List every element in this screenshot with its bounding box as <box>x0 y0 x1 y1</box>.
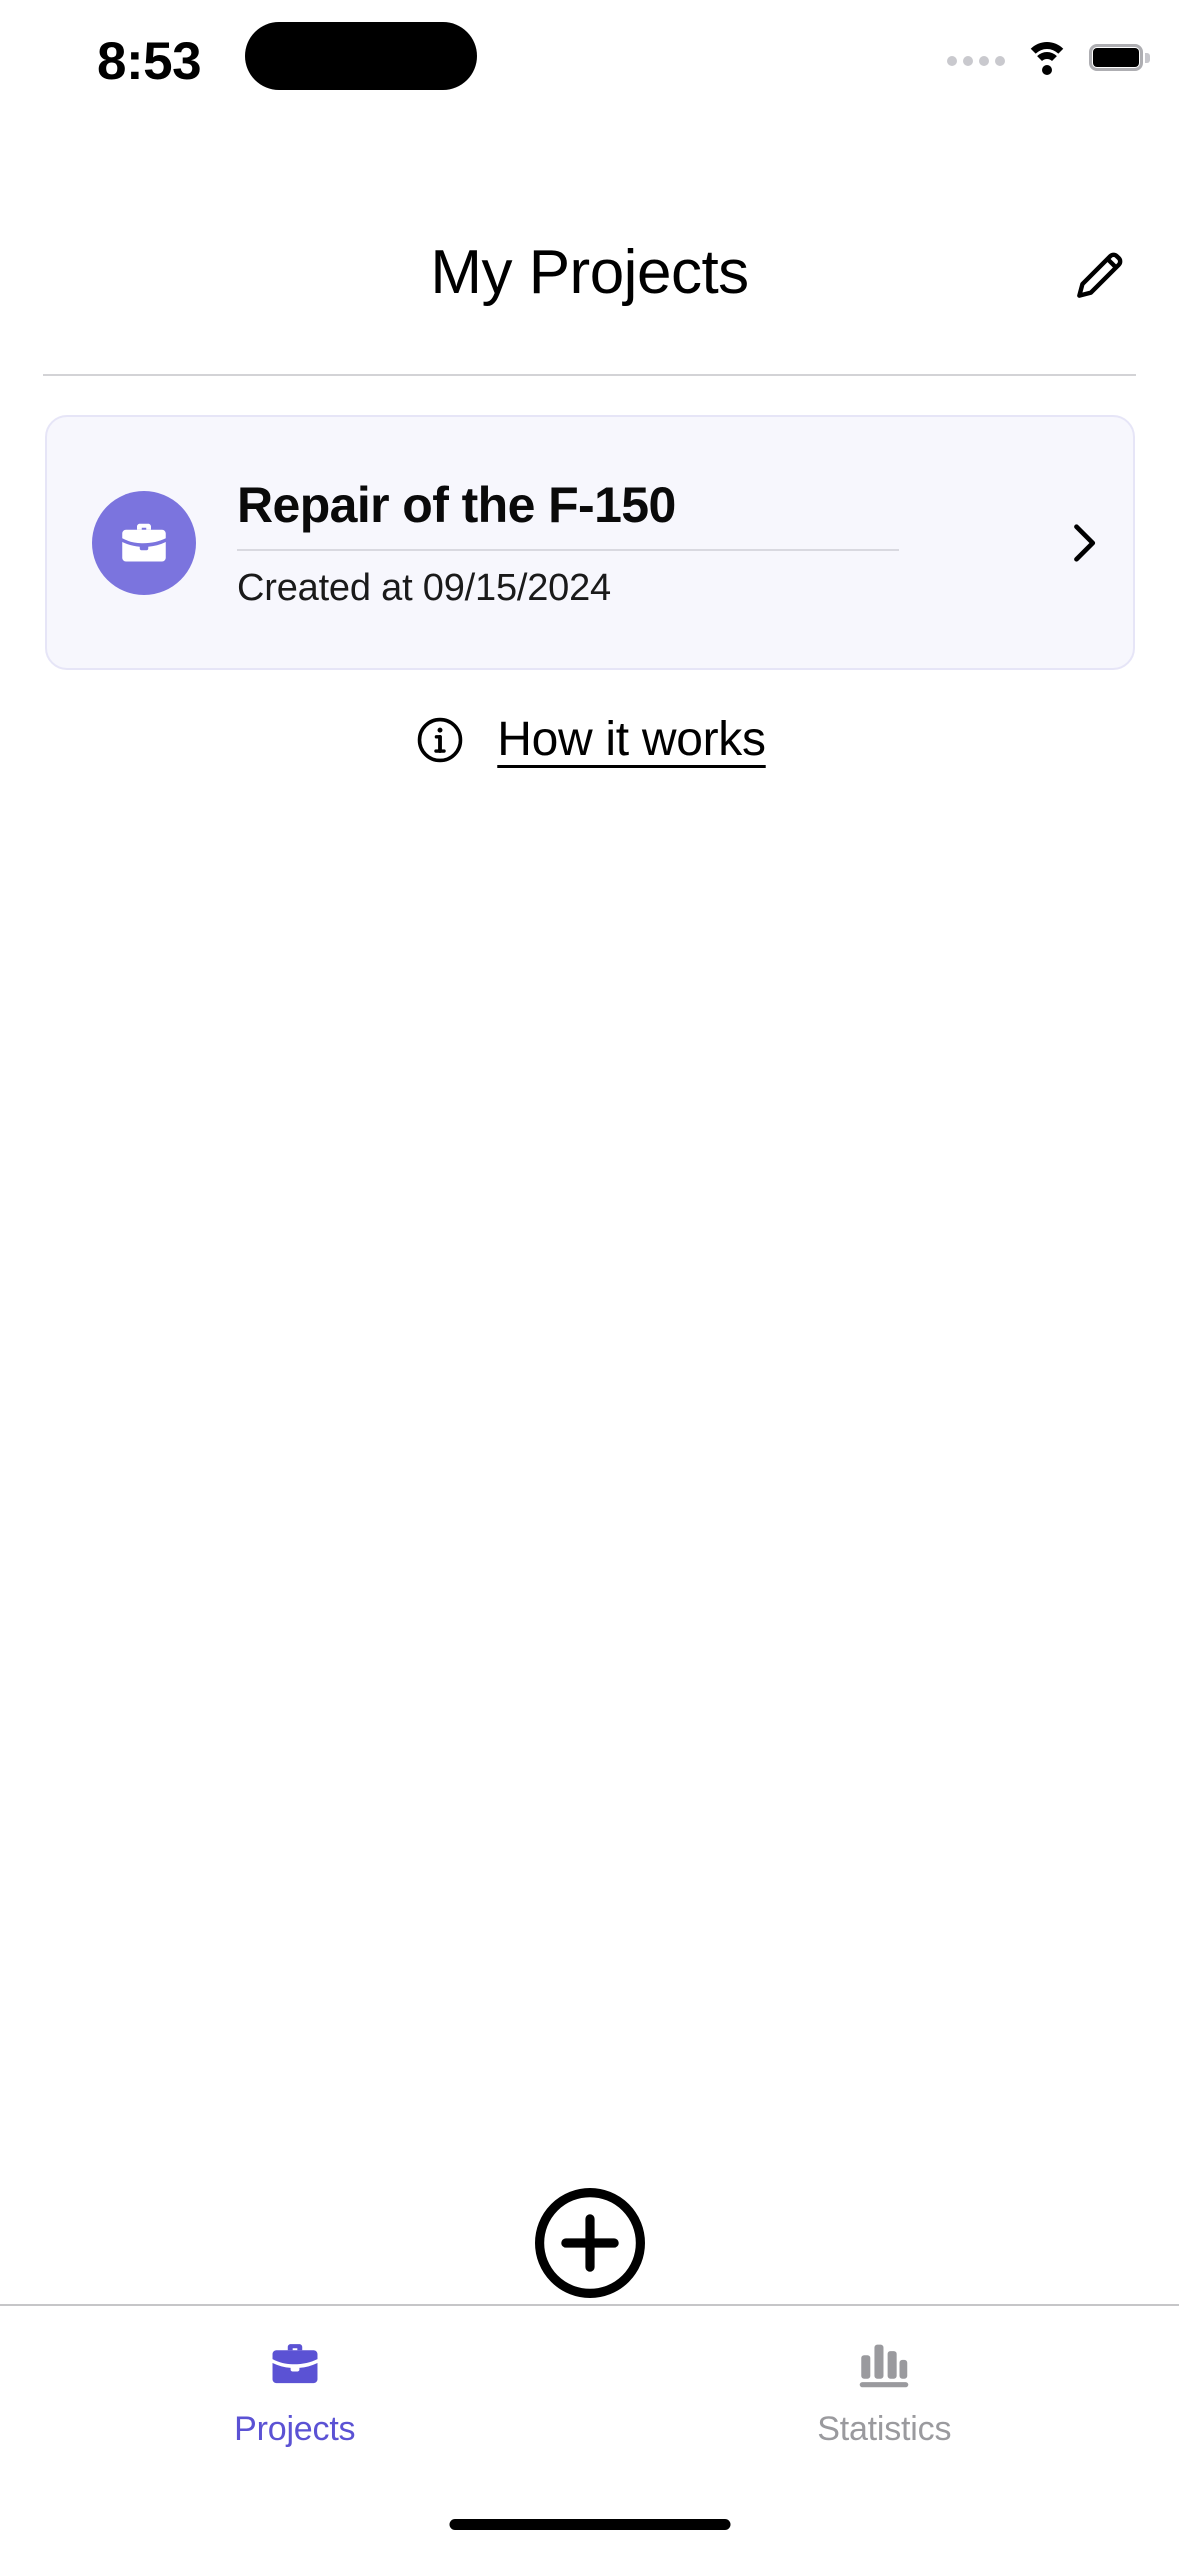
project-title: Repair of the F-150 <box>237 476 676 533</box>
tab-projects-icon-wrap <box>264 2332 326 2396</box>
add-project-button[interactable] <box>0 2180 1179 2306</box>
app-screen: 8:53 My Projects Repair of the F-150 Cre… <box>0 0 1179 2556</box>
page-title: My Projects <box>430 238 749 307</box>
project-card[interactable]: Repair of the F-150 Created at 09/15/202… <box>45 415 1135 670</box>
status-bar-indicators <box>947 34 1150 80</box>
bar-chart-icon <box>859 2344 909 2388</box>
how-it-works-label: How it works <box>497 713 766 766</box>
pencil-icon <box>1077 252 1123 298</box>
tab-projects-label: Projects <box>234 2410 356 2448</box>
header-divider <box>43 374 1136 376</box>
tab-projects[interactable]: Projects <box>0 2306 590 2486</box>
how-it-works-link[interactable]: How it works <box>0 712 1179 767</box>
project-avatar <box>92 490 196 595</box>
tab-statistics-icon-wrap <box>853 2332 915 2396</box>
project-card-divider <box>237 548 899 551</box>
project-created-date: Created at 09/15/2024 <box>237 566 611 609</box>
info-circle-icon <box>417 717 463 762</box>
briefcase-icon <box>122 523 166 561</box>
tab-statistics-label: Statistics <box>817 2410 952 2448</box>
status-bar: 8:53 <box>0 0 1179 170</box>
dynamic-island <box>245 22 477 90</box>
briefcase-icon <box>272 2344 318 2384</box>
chevron-right-icon <box>1074 523 1096 562</box>
home-indicator[interactable] <box>449 2519 730 2530</box>
plus-circle-icon <box>534 2188 645 2298</box>
project-open-button[interactable] <box>1033 517 1133 569</box>
wifi-icon <box>1024 40 1070 75</box>
project-card-body: Repair of the F-150 Created at 09/15/202… <box>237 475 1019 611</box>
cellular-dots-icon <box>947 48 1005 66</box>
page-header: My Projects <box>0 218 1179 338</box>
edit-projects-button[interactable] <box>1057 232 1143 318</box>
tab-statistics[interactable]: Statistics <box>590 2306 1179 2486</box>
tab-bar: Projects Statistics <box>0 2306 1179 2486</box>
battery-full-icon <box>1089 43 1150 71</box>
